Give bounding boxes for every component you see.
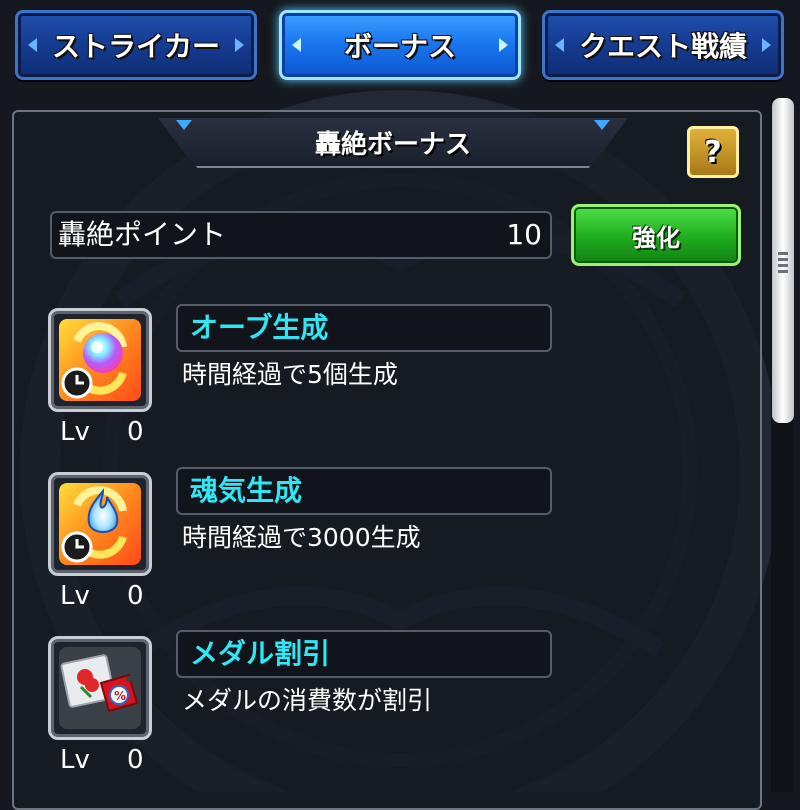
- tab-label: クエスト戦績: [578, 30, 747, 63]
- tab-left-arrow-icon: [292, 38, 301, 52]
- bonus-description: 時間経過で5個生成: [182, 360, 398, 389]
- tab-label: ストライカー: [51, 30, 220, 63]
- level-value: 0: [127, 417, 144, 447]
- tab-label: ボーナス: [343, 30, 456, 63]
- tab-right-arrow-icon: [235, 38, 244, 52]
- tab-right-arrow-icon: [762, 38, 771, 52]
- scroll-grip-icon: [778, 258, 788, 261]
- power-up-button[interactable]: 強化: [571, 204, 741, 266]
- scroll-grip-icon: [778, 252, 788, 255]
- bonus-name: メダル割引: [190, 637, 331, 670]
- tab-bar: ストライカー ボーナス クエスト戦績: [0, 0, 800, 100]
- tab-striker[interactable]: ストライカー: [15, 10, 257, 80]
- level-label: Lv: [60, 417, 90, 447]
- tab-bonus[interactable]: ボーナス: [279, 10, 521, 80]
- tab-right-arrow-icon: [499, 38, 508, 52]
- orb-generation-icon[interactable]: [48, 308, 152, 412]
- level-label: Lv: [60, 745, 90, 775]
- tab-quest-record[interactable]: クエスト戦績: [542, 10, 784, 80]
- svg-text:%: %: [114, 689, 126, 703]
- soul-generation-icon[interactable]: [48, 472, 152, 576]
- help-button[interactable]: ?: [687, 126, 739, 178]
- bonus-name: オーブ生成: [190, 311, 329, 344]
- tab-left-arrow-icon: [28, 38, 37, 52]
- tab-left-arrow-icon: [555, 38, 564, 52]
- scroll-grip-icon: [778, 264, 788, 267]
- level-value: 0: [127, 745, 144, 775]
- bonus-name: 魂気生成: [190, 474, 303, 507]
- power-up-label: 強化: [632, 223, 680, 252]
- question-icon: ?: [704, 134, 722, 170]
- panel-title: 轟絶ボーナス: [314, 129, 471, 160]
- bonus-description: メダルの消費数が割引: [182, 686, 433, 715]
- level-label: Lv: [60, 581, 90, 611]
- points-label: 轟絶ポイント: [58, 218, 227, 251]
- medal-discount-icon[interactable]: %: [48, 636, 152, 740]
- bonus-description: 時間経過で3000生成: [182, 523, 421, 552]
- level-value: 0: [127, 581, 144, 611]
- scroll-grip-icon: [778, 270, 788, 273]
- points-value: 10: [506, 218, 542, 251]
